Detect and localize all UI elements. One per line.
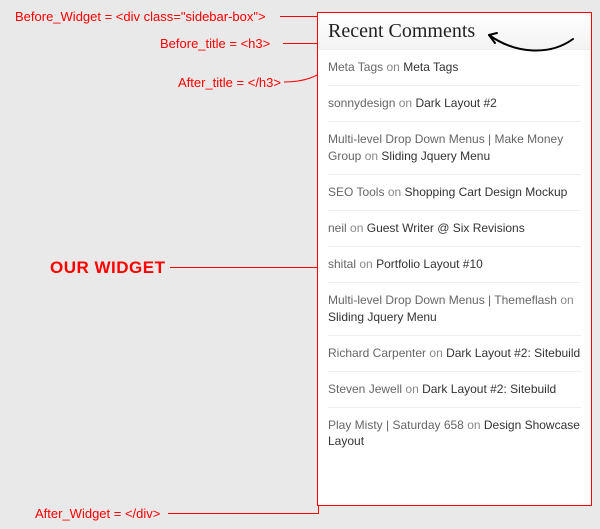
list-item: shital on Portfolio Layout #10 (328, 247, 581, 283)
connector-before-widget (280, 16, 317, 17)
list-item: Meta Tags on Meta Tags (328, 50, 581, 86)
comment-post[interactable]: Guest Writer @ Six Revisions (367, 221, 525, 235)
connector-before-title (283, 43, 317, 44)
comment-post[interactable]: Dark Layout #2 (415, 96, 496, 110)
list-item: Steven Jewell on Dark Layout #2: Sitebui… (328, 372, 581, 408)
comment-author[interactable]: neil (328, 221, 347, 235)
comment-on: on (359, 257, 372, 271)
list-item: Multi-level Drop Down Menus | Make Money… (328, 122, 581, 174)
comment-author[interactable]: Play Misty | Saturday 658 (328, 418, 464, 432)
connector-after-widget-h (168, 513, 319, 514)
list-item: Multi-level Drop Down Menus | Themeflash… (328, 283, 581, 335)
comment-on: on (560, 293, 573, 307)
comment-author[interactable]: Richard Carpenter (328, 346, 426, 360)
annotation-before-title: Before_title = <h3> (160, 36, 270, 51)
annotation-after-title: After_title = </h3> (178, 75, 281, 90)
comment-post[interactable]: Shopping Cart Design Mockup (405, 185, 568, 199)
comment-author[interactable]: Multi-level Drop Down Menus | Themeflash (328, 293, 557, 307)
comment-author[interactable]: Meta Tags (328, 60, 383, 74)
comment-post[interactable]: Sliding Jquery Menu (381, 149, 490, 163)
list-item: neil on Guest Writer @ Six Revisions (328, 211, 581, 247)
comment-author[interactable]: sonnydesign (328, 96, 395, 110)
comment-on: on (467, 418, 480, 432)
comment-on: on (387, 60, 400, 74)
comment-author[interactable]: SEO Tools (328, 185, 384, 199)
comment-on: on (399, 96, 412, 110)
annotation-our-widget: OUR WIDGET (50, 258, 166, 278)
sidebar-box: Recent Comments Meta Tags on Meta Tags s… (317, 12, 592, 506)
list-item: SEO Tools on Shopping Cart Design Mockup (328, 175, 581, 211)
connector-our-widget (170, 267, 317, 268)
comment-post[interactable]: Dark Layout #2: Sitebuild (446, 346, 580, 360)
comments-list: Meta Tags on Meta Tags sonnydesign on Da… (318, 50, 591, 459)
comment-author[interactable]: shital (328, 257, 356, 271)
comment-post[interactable]: Meta Tags (403, 60, 458, 74)
comment-post[interactable]: Dark Layout #2: Sitebuild (422, 382, 556, 396)
comment-post[interactable]: Sliding Jquery Menu (328, 310, 437, 324)
list-item: Play Misty | Saturday 658 on Design Show… (328, 408, 581, 459)
comment-on: on (365, 149, 378, 163)
comment-on: on (429, 346, 442, 360)
comment-on: on (350, 221, 363, 235)
comment-on: on (405, 382, 418, 396)
annotation-after-widget: After_Widget = </div> (35, 506, 160, 521)
connector-after-widget-v (318, 506, 319, 514)
annotation-before-widget: Before_Widget = <div class="sidebar-box"… (15, 9, 266, 24)
comment-on: on (388, 185, 401, 199)
widget-title: Recent Comments (318, 13, 591, 50)
list-item: Richard Carpenter on Dark Layout #2: Sit… (328, 336, 581, 372)
comment-post[interactable]: Portfolio Layout #10 (376, 257, 483, 271)
list-item: sonnydesign on Dark Layout #2 (328, 86, 581, 122)
comment-author[interactable]: Steven Jewell (328, 382, 402, 396)
